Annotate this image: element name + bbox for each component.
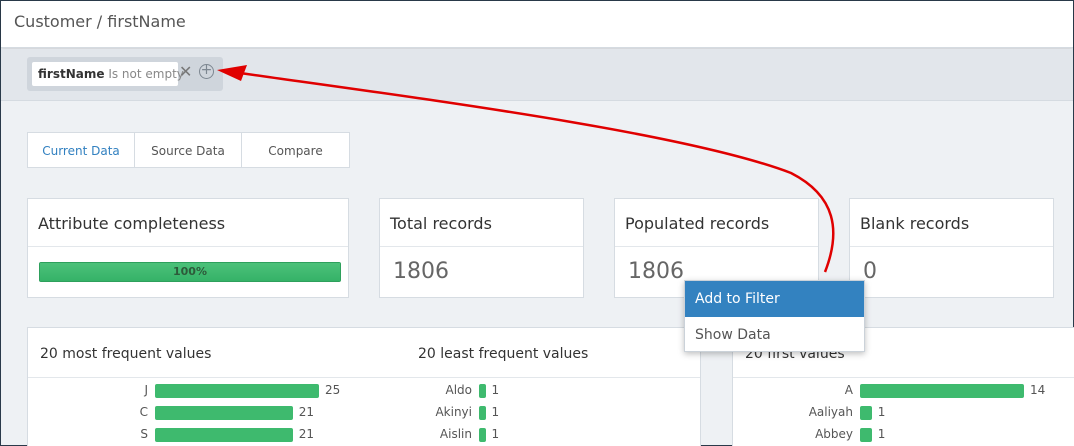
card-value: 1806 [393, 259, 449, 284]
main-content: Current Data Source Data Compare Attribu… [1, 102, 1074, 446]
tab-source-data[interactable]: Source Data [135, 133, 242, 167]
row-label: A [844, 383, 853, 397]
value-bar[interactable] [860, 428, 872, 442]
row-label: Aaliyah [808, 405, 853, 419]
value-bar[interactable] [155, 384, 319, 398]
row-label: J [144, 383, 148, 397]
filter-chip[interactable]: firstName Is not empty [32, 62, 184, 86]
show-data-menu-item[interactable]: Show Data [685, 317, 864, 353]
completeness-card: Attribute completeness 100% [27, 198, 349, 298]
card-title: Attribute completeness [28, 199, 348, 247]
most-frequent-title: 20 most frequent values [40, 346, 212, 362]
value-bar[interactable] [860, 384, 1024, 398]
row-label: C [139, 405, 148, 419]
close-icon[interactable]: ✕ [179, 62, 192, 81]
card-title: Populated records [615, 199, 818, 247]
filter-bar: firstName Is not empty ✕ + [1, 49, 1073, 101]
panel-header: 20 most frequent values 20 least frequen… [28, 328, 700, 378]
tab-current-data[interactable]: Current Data [28, 133, 135, 167]
total-records-card: Total records 1806 [379, 198, 584, 298]
page-title: Customer / firstName [1, 1, 1073, 48]
tab-compare[interactable]: Compare [242, 133, 349, 167]
row-label: Aldo [445, 383, 472, 397]
card-title: Blank records [850, 199, 1053, 247]
row-label: Abbey [815, 427, 853, 441]
value-bar[interactable] [860, 406, 872, 420]
row-count: 21 [298, 405, 315, 419]
card-value: 1806 [628, 259, 684, 284]
row-count: 1 [491, 405, 500, 419]
add-filter-icon[interactable]: + [199, 63, 214, 79]
row-label: Aislin [439, 427, 472, 441]
frequency-panel: 20 most frequent values 20 least frequen… [27, 327, 701, 446]
least-frequent-title: 20 least frequent values [418, 346, 589, 362]
progress-fill: 100% [39, 262, 341, 282]
row-label: Akinyi [435, 405, 472, 419]
value-bar[interactable] [479, 406, 486, 420]
context-menu: Add to Filter Show Data [684, 280, 865, 352]
row-count: 1 [877, 427, 886, 441]
value-bar[interactable] [155, 428, 293, 442]
row-count: 1 [877, 405, 886, 419]
row-count: 1 [491, 383, 500, 397]
filter-field: firstName [38, 67, 105, 81]
row-count: 25 [325, 383, 341, 397]
value-bar[interactable] [479, 384, 486, 398]
filter-condition: Is not empty [108, 67, 184, 81]
row-count: 14 [1030, 383, 1046, 397]
row-label: S [140, 427, 148, 441]
value-bar[interactable] [479, 428, 486, 442]
completeness-progress: 100% [39, 262, 341, 282]
blank-records-card: Blank records 0 [849, 198, 1054, 298]
add-to-filter-menu-item[interactable]: Add to Filter [685, 281, 864, 317]
data-tabs: Current Data Source Data Compare [27, 132, 350, 168]
row-count: 1 [491, 427, 500, 441]
filter-group: firstName Is not empty ✕ + [27, 57, 223, 91]
value-bar[interactable] [155, 406, 293, 420]
row-count: 21 [298, 427, 315, 441]
card-title: Total records [380, 199, 583, 247]
card-value: 0 [863, 259, 877, 284]
